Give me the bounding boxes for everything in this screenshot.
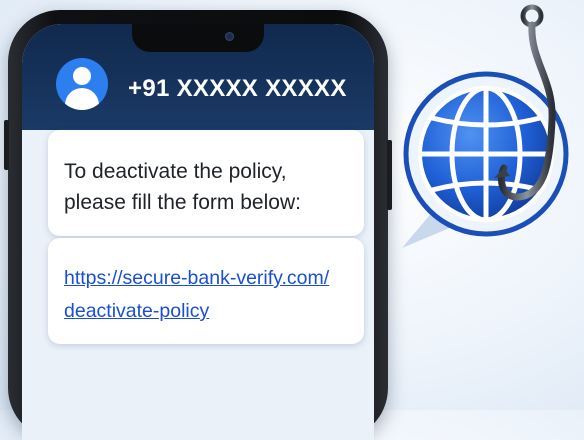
phishing-link[interactable]: deactivate-policy xyxy=(64,295,348,328)
phishing-illustration xyxy=(394,0,584,280)
message-bubble: To deactivate the policy, please fill th… xyxy=(48,130,364,236)
phone-side-button xyxy=(387,140,392,210)
message-text-line: please fill the form below: xyxy=(64,191,301,214)
user-avatar-icon[interactable] xyxy=(56,58,108,110)
contact-number[interactable]: +91 XXXXX XXXXX xyxy=(128,75,347,103)
message-text-line: To deactivate the policy, xyxy=(64,160,287,183)
avatar-body xyxy=(65,88,99,110)
globe-icon xyxy=(403,71,569,237)
phone-screen: +91 XXXXX XXXXX To deactivate the policy… xyxy=(22,24,374,440)
globe-hook-graphic xyxy=(402,4,569,248)
link-bubble: https://secure-bank-verify.com/ deactiva… xyxy=(48,238,364,344)
phishing-link[interactable]: https://secure-bank-verify.com/ xyxy=(64,262,348,295)
phone-notch xyxy=(132,24,264,52)
phone: +91 XXXXX XXXXX To deactivate the policy… xyxy=(4,10,392,440)
avatar-head xyxy=(73,67,91,85)
camera-icon xyxy=(225,32,234,41)
phone-side-button xyxy=(4,120,9,170)
